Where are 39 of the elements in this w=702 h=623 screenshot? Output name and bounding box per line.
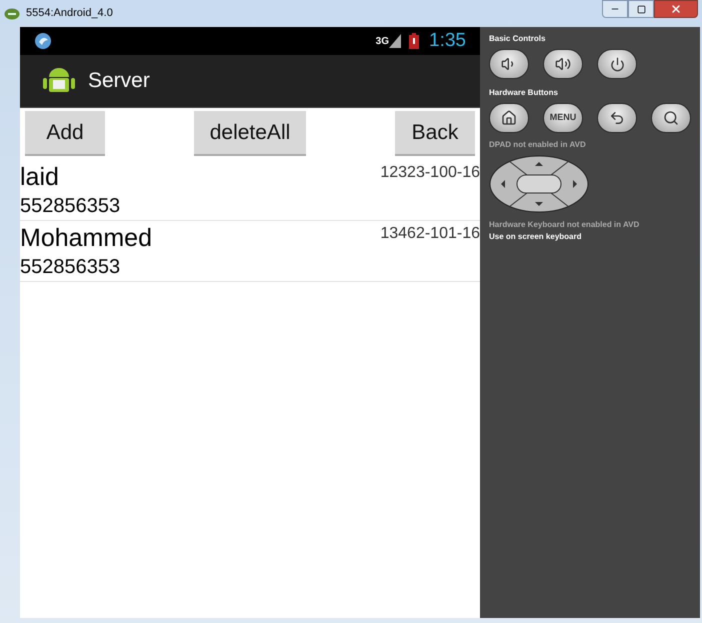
search-button[interactable] (651, 103, 691, 133)
contact-code: 12323-100-16 (380, 163, 480, 183)
maximize-icon (636, 4, 646, 14)
power-button[interactable] (597, 49, 637, 79)
section-title: Basic Controls (489, 33, 546, 45)
section-title: Hardware Buttons (489, 87, 559, 99)
contact-code: 13462-101-16 (380, 224, 480, 244)
dpad-note: DPAD not enabled in AVD (489, 139, 587, 151)
contact-name: laid (20, 162, 60, 193)
maximize-button[interactable] (628, 0, 654, 18)
dpad-drawing[interactable] (489, 155, 589, 213)
contact-phone: 552856353 (20, 194, 120, 219)
volume-down-button[interactable] (489, 49, 529, 79)
contact-phone: 552856353 (20, 255, 122, 280)
battery-icon (409, 33, 420, 49)
clock-time: 1:35 (429, 28, 466, 53)
action-button[interactable]: Back (395, 111, 475, 156)
search-icon (663, 110, 679, 126)
close-icon (670, 3, 682, 15)
keyboard-hint: Use on screen keyboard (489, 231, 582, 243)
network-label: 3G (376, 34, 390, 48)
speaker-loud-icon (555, 56, 571, 72)
power-icon (610, 56, 624, 72)
contact-name: Mohammed (20, 223, 152, 254)
signal-icon (389, 34, 402, 48)
home-icon (501, 110, 517, 126)
volume-up-button[interactable] (543, 49, 583, 79)
keyboard-note: Hardware Keyboard not enabled in AVD (489, 219, 640, 231)
action-button[interactable]: Add (25, 111, 105, 156)
close-button[interactable] (654, 0, 698, 18)
window-title: 5554:Android_4.0 (26, 6, 113, 22)
action-button[interactable]: deleteAll (194, 111, 306, 156)
back-arrow-icon (609, 110, 625, 126)
android-icon (4, 8, 20, 20)
app-title: Server (88, 68, 150, 94)
back-button[interactable] (597, 103, 637, 133)
menu-button[interactable]: MENU (543, 103, 583, 133)
notification-icon (34, 32, 52, 50)
home-button[interactable] (489, 103, 529, 133)
